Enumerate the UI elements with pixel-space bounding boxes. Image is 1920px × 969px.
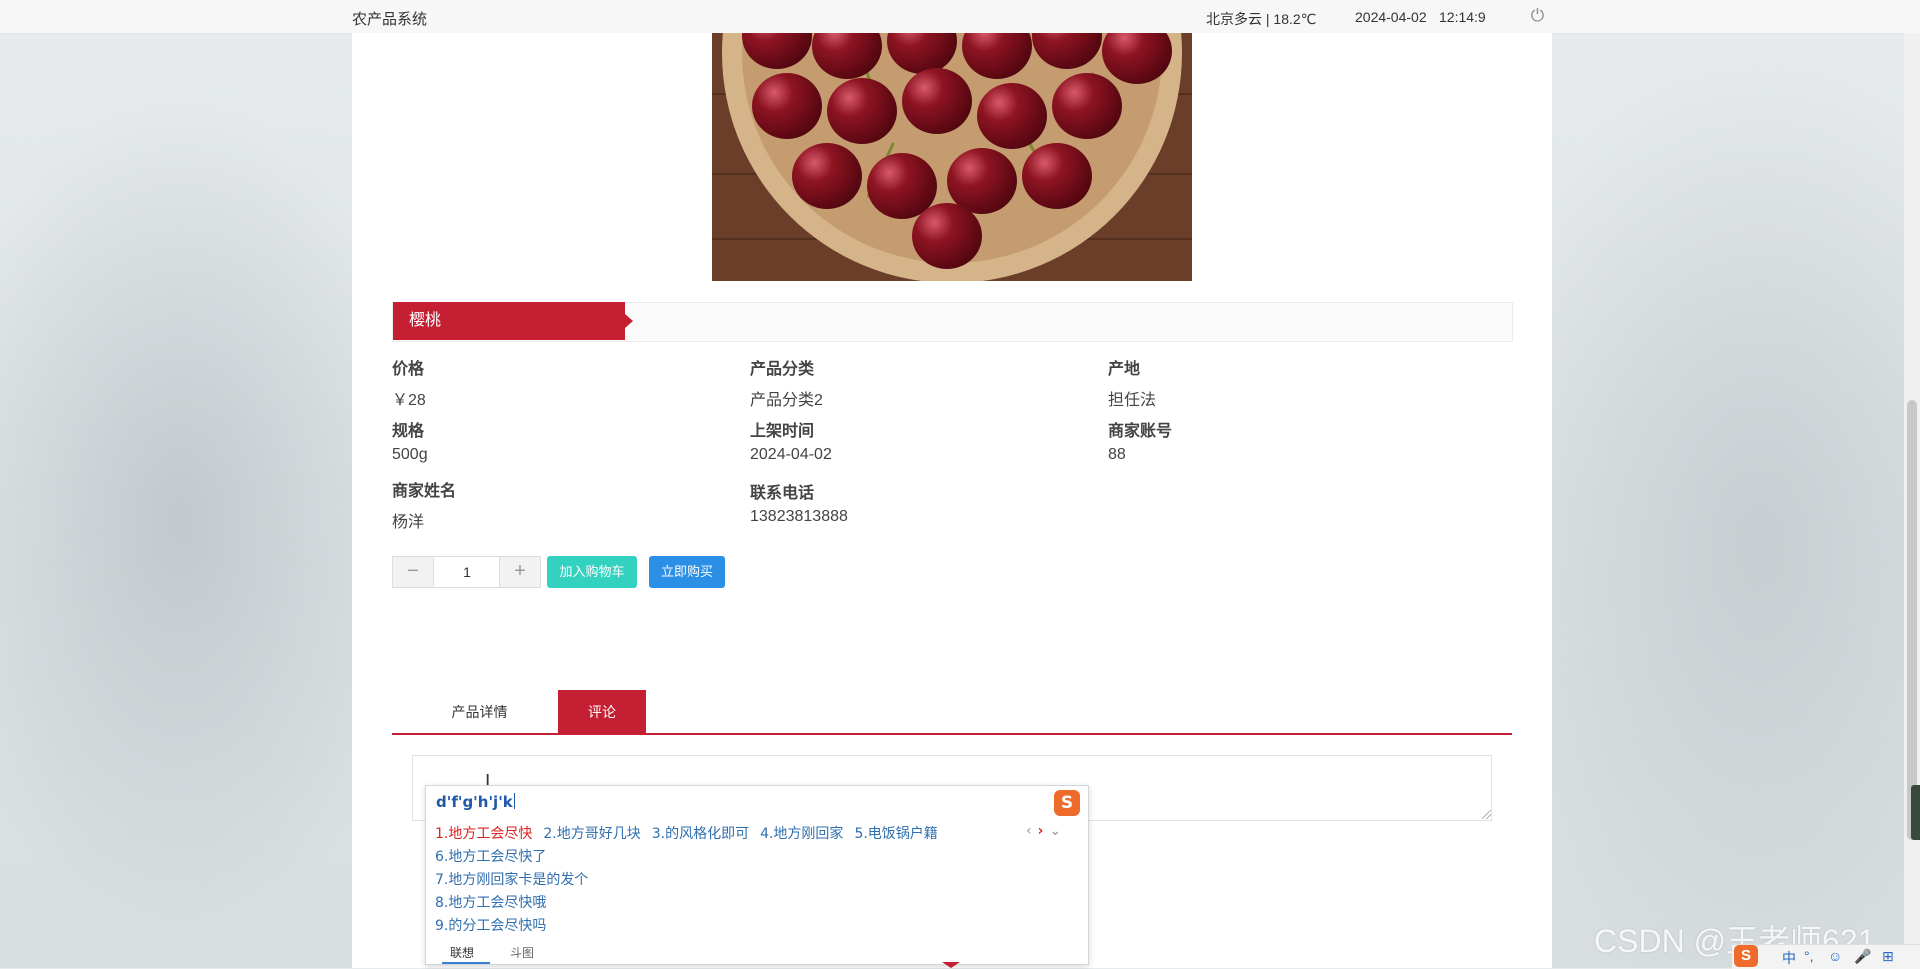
product-image (712, 33, 1192, 281)
resize-handle-icon[interactable] (1482, 810, 1491, 819)
ime-nav: ‹ › ⌄ (1026, 823, 1061, 839)
ime-candidate-window: d'f'g'h'j'k S 1.地方工会尽快 2.地方哥好几块 3.的风格化即可 4.… (425, 785, 1089, 965)
spec-value: 500g (392, 446, 428, 463)
decrease-button[interactable]: − (393, 557, 434, 587)
scrollbar-widget (1911, 785, 1920, 840)
ime-candidate[interactable]: 8.地方工会尽快哦 (435, 892, 546, 912)
product-name: 樱桃 (393, 302, 633, 340)
current-time: 12:14:9 (1439, 9, 1486, 25)
chevron-right-icon[interactable]: › (1038, 823, 1044, 839)
ime-candidate[interactable]: 9.的分工会尽快吗 (435, 915, 546, 935)
current-date: 2024-04-02 (1355, 9, 1427, 25)
ime-candidate[interactable]: 4.地方刚回家 (760, 826, 843, 842)
scrollbar-thumb[interactable] (1907, 400, 1917, 840)
power-icon[interactable]: ⏻ (1529, 7, 1546, 24)
ime-candidate[interactable]: 7.地方刚回家卡是的发个 (435, 869, 588, 889)
tab-product-detail[interactable]: 产品详情 (392, 690, 567, 734)
ime-candidate-row: 1.地方工会尽快 2.地方哥好几块 3.的风格化即可 4.地方刚回家 5.电饭锅户籍 (435, 823, 949, 843)
ime-tab-sticker[interactable]: 斗图 (510, 944, 534, 961)
ime-candidate[interactable]: 1.地方工会尽快 (435, 826, 532, 842)
top-bar: 农产品系统 北京多云 | 18.2℃ 2024-04-02 12:14:9 ⏻ (0, 0, 1920, 34)
sogou-logo-icon: S (1054, 790, 1080, 816)
listed-time-value: 2024-04-02 (750, 446, 832, 463)
ime-composition: d'f'g'h'j'k (436, 793, 515, 811)
origin-value: 担任法 (1108, 392, 1157, 409)
category-value: 产品分类2 (750, 392, 823, 409)
ime-tab-association[interactable]: 联想 (441, 944, 491, 964)
ime-candidate[interactable]: 6.地方工会尽快了 (435, 846, 546, 866)
ime-candidate[interactable]: 2.地方哥好几块 (543, 826, 640, 842)
punctuation-icon[interactable]: °, (1804, 948, 1814, 964)
chevron-down-icon[interactable]: ⌄ (1049, 823, 1061, 839)
origin-label: 产地 (1108, 361, 1141, 378)
ime-footer: 联想 斗图 (426, 941, 1088, 964)
tab-comment[interactable]: 评论 (558, 690, 646, 734)
system-title: 农产品系统 (352, 11, 428, 28)
ime-toolbar: S 中 °, ☺ 🎤 ⊞ (1732, 944, 1920, 969)
weather-info: 北京多云 | 18.2℃ (1206, 11, 1317, 27)
price-label: 价格 (392, 361, 425, 378)
tab-underline (392, 733, 1512, 735)
red-marker (942, 962, 960, 968)
quantity-input[interactable]: 1 (434, 557, 500, 587)
emoji-icon[interactable]: ☺ (1828, 948, 1842, 964)
ime-candidate[interactable]: 3.的风格化即可 (652, 826, 749, 842)
toolbox-icon[interactable]: ⊞ (1882, 948, 1894, 965)
merchant-account-label: 商家账号 (1108, 423, 1173, 440)
increase-button[interactable]: + (499, 557, 540, 587)
merchant-account-value: 88 (1108, 446, 1126, 463)
ime-candidate[interactable]: 5.电饭锅户籍 (854, 826, 937, 842)
add-to-cart-button[interactable]: 加入购物车 (547, 556, 637, 588)
category-label: 产品分类 (750, 361, 815, 378)
buy-now-button[interactable]: 立即购买 (649, 556, 725, 588)
spec-label: 规格 (392, 423, 425, 440)
merchant-name-label: 商家姓名 (392, 483, 457, 500)
chevron-left-icon[interactable]: ‹ (1026, 823, 1032, 839)
chinese-mode-icon[interactable]: 中 (1782, 948, 1796, 968)
microphone-icon[interactable]: 🎤 (1854, 948, 1871, 965)
phone-value: 13823813888 (750, 508, 848, 525)
merchant-name-value: 杨洋 (392, 514, 425, 531)
price-value: ￥28 (392, 392, 426, 409)
phone-label: 联系电话 (750, 485, 815, 502)
listed-time-label: 上架时间 (750, 423, 815, 440)
sogou-tray-icon[interactable]: S (1734, 945, 1758, 967)
quantity-stepper: − 1 + (392, 556, 541, 588)
